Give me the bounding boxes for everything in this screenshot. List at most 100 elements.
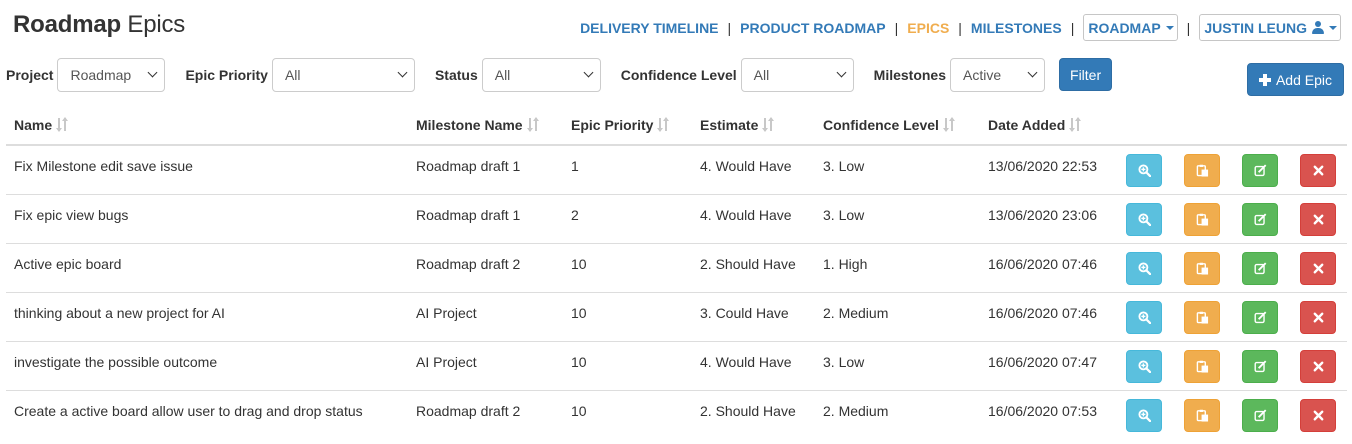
chevron-down-icon [1027,67,1038,78]
sort-icon [657,117,670,132]
table-row: Fix Milestone edit save issue Roadmap dr… [6,145,1347,194]
view-epic-button[interactable] [1126,300,1162,334]
cell-estimate: 2. Should Have [692,242,815,292]
sort-icon [942,117,955,132]
remove-icon [1313,263,1323,273]
nav-separator: | [727,19,732,36]
epic-priority-filter-value: All [284,66,301,83]
edit-epic-button[interactable] [1242,202,1278,236]
caret-down-icon [1165,25,1174,30]
cell-confidence: 3. Low [815,193,980,243]
milestones-filter-select[interactable]: Active [950,57,1046,92]
cell-date: 13/06/2020 23:06 [980,193,1118,243]
cell-name: Fix Milestone edit save issue [14,158,193,174]
cell-priority: 1 [571,158,579,174]
delete-epic-button[interactable] [1300,300,1336,334]
header-priority[interactable]: Epic Priority [563,106,692,146]
add-epic-label: Add Epic [1275,71,1332,88]
nav-product-roadmap[interactable]: PRODUCT ROADMAP [740,20,885,36]
edit-epic-button[interactable] [1242,251,1278,285]
header-estimate-label: Estimate [700,117,759,133]
project-dropdown[interactable]: ROADMAP [1083,14,1178,41]
milestones-filter-label: Milestones [873,66,947,83]
copy-epic-button[interactable] [1184,251,1220,285]
cell-estimate: 4. Would Have [692,193,815,243]
top-nav: DELIVERY TIMELINE | PRODUCT ROADMAP | EP… [580,14,1341,41]
nav-delivery-timeline[interactable]: DELIVERY TIMELINE [580,20,718,36]
cell-name: Create a active board allow user to drag… [6,389,408,439]
remove-icon [1313,312,1323,322]
delete-epic-button[interactable] [1300,398,1336,432]
nav-epics[interactable]: EPICS [907,20,949,36]
remove-icon [1313,361,1323,371]
remove-icon [1313,165,1323,176]
project-filter-select[interactable]: Roadmap [57,57,166,92]
confidence-filter-select[interactable]: All [740,57,854,92]
epic-priority-filter-label: Epic Priority [185,66,268,83]
view-epic-button[interactable] [1126,202,1162,236]
delete-epic-button[interactable] [1300,349,1336,383]
header-date[interactable]: Date Added [980,106,1118,146]
filter-button[interactable]: Filter [1059,58,1113,91]
user-name: JUSTIN LEUNG [1204,19,1307,36]
delete-epic-button[interactable] [1300,202,1336,236]
cell-confidence: 2. Medium [815,291,980,341]
copy-epic-button[interactable] [1184,398,1220,432]
cell-priority: 10 [563,389,692,439]
view-epic-button[interactable] [1126,251,1162,285]
copy-epic-button[interactable] [1184,349,1220,383]
nav-separator: | [1186,19,1191,36]
cell-confidence: 3. Low [823,158,865,174]
cell-date: 16/06/2020 07:47 [980,340,1118,390]
cell-actions [1118,242,1347,292]
nav-separator: | [1070,19,1075,36]
cell-actions [1118,193,1347,243]
edit-epic-button[interactable] [1242,398,1278,432]
header-confidence[interactable]: Confidence Level [815,106,980,146]
sort-icon [762,117,775,132]
page-title: Roadmap Epics [13,10,185,40]
cell-name: Fix epic view bugs [6,193,408,243]
search-plus-icon [1137,261,1151,275]
page-title-rest: Epics [127,11,186,38]
copy-epic-button[interactable] [1184,202,1220,236]
nav-milestones[interactable]: MILESTONES [971,20,1062,36]
copy-epic-button[interactable] [1184,154,1220,187]
user-dropdown[interactable]: JUSTIN LEUNG [1199,14,1341,41]
chevron-down-icon [397,67,408,78]
edit-icon [1254,310,1266,323]
view-epic-button[interactable] [1126,349,1162,383]
chevron-down-icon [148,67,158,78]
delete-epic-button[interactable] [1300,154,1336,187]
search-plus-icon [1137,408,1151,422]
cell-confidence: 2. Medium [815,389,980,439]
chevron-down-icon [836,67,847,78]
cell-estimate: 4. Would Have [692,340,815,390]
header-milestone[interactable]: Milestone Name [408,106,563,146]
edit-epic-button[interactable] [1242,154,1278,187]
view-epic-button[interactable] [1126,154,1162,187]
cell-estimate: 3. Could Have [692,291,815,341]
header-actions [1118,106,1347,146]
view-epic-button[interactable] [1126,398,1162,432]
cell-milestone: AI Project [408,340,563,390]
copy-epic-button[interactable] [1184,300,1220,334]
epic-priority-filter-select[interactable]: All [271,57,415,92]
table-row: Active epic board Roadmap draft 2 10 2. … [6,242,1347,292]
copy-icon [1196,360,1208,373]
header-name[interactable]: Name [6,106,408,146]
header-priority-label: Epic Priority [571,117,654,133]
status-filter-value: All [494,66,511,83]
edit-epic-button[interactable] [1242,349,1278,383]
sort-icon [526,117,539,132]
edit-epic-button[interactable] [1242,300,1278,334]
status-filter-select[interactable]: All [481,57,601,92]
cell-actions [1118,145,1347,194]
header-estimate[interactable]: Estimate [692,106,815,146]
add-epic-button[interactable]: Add Epic [1246,63,1344,96]
table-header-row: Name Milestone Name Epic Priority Estima… [6,106,1347,146]
copy-icon [1196,409,1208,422]
delete-epic-button[interactable] [1300,251,1336,285]
page-title-bold: Roadmap [13,11,121,38]
edit-icon [1254,261,1266,274]
